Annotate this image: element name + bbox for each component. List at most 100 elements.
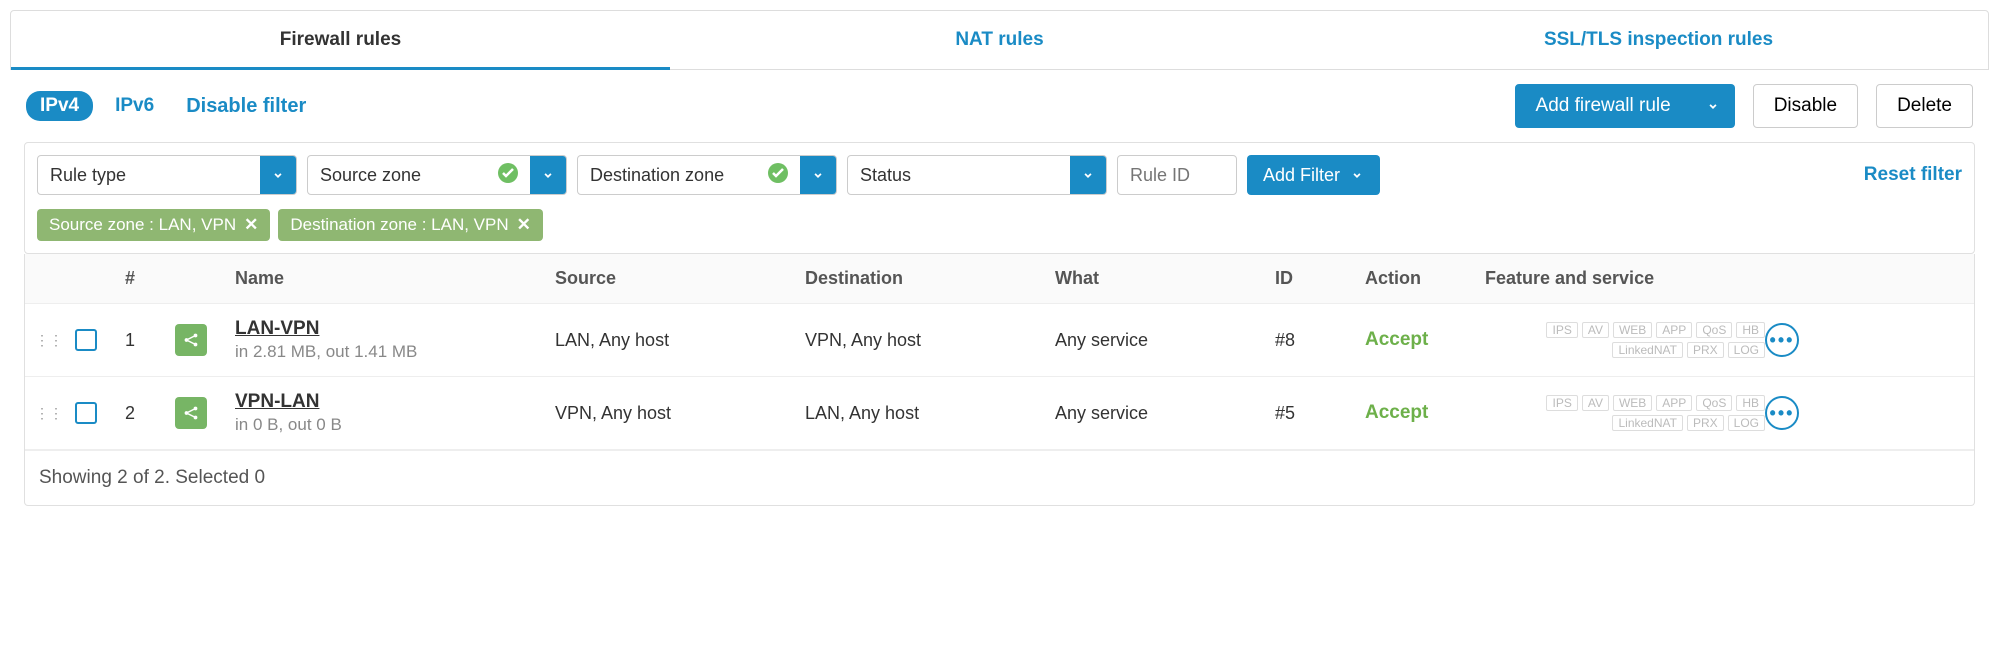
- tag-app: APP: [1656, 322, 1692, 338]
- feature-tags: IPS AV WEB APP QoS HB LinkedNAT PRX LOG: [1485, 395, 1765, 431]
- tag-web: WEB: [1613, 322, 1652, 338]
- tag-prx: PRX: [1687, 342, 1724, 358]
- rule-type-icon: [175, 397, 207, 429]
- chip-remove-icon[interactable]: ✕: [517, 215, 531, 235]
- filter-bar: Rule type Source zone Destination zone S…: [24, 142, 1975, 254]
- table-row: ⋮⋮ 1 LAN-VPN in 2.81 MB, out 1.41 MB LAN…: [25, 304, 1974, 377]
- add-filter-button[interactable]: Add Filter: [1247, 155, 1380, 195]
- tag-log: LOG: [1728, 342, 1765, 358]
- tag-web: WEB: [1613, 395, 1652, 411]
- source-zone-select[interactable]: Source zone: [307, 155, 567, 195]
- col-destination: Destination: [805, 268, 1055, 289]
- chip-remove-icon[interactable]: ✕: [244, 215, 258, 235]
- add-firewall-rule-group: Add firewall rule: [1515, 84, 1735, 128]
- rule-traffic: in 2.81 MB, out 1.41 MB: [235, 342, 555, 362]
- table-row: ⋮⋮ 2 VPN-LAN in 0 B, out 0 B VPN, Any ho…: [25, 377, 1974, 450]
- tag-hb: HB: [1736, 322, 1765, 338]
- row-checkbox[interactable]: [75, 329, 97, 351]
- drag-handle-icon[interactable]: ⋮⋮: [35, 405, 75, 422]
- col-source: Source: [555, 268, 805, 289]
- row-num: 2: [125, 403, 175, 424]
- tag-av: AV: [1582, 395, 1609, 411]
- col-features: Feature and service: [1485, 268, 1765, 289]
- drag-handle-icon[interactable]: ⋮⋮: [35, 332, 75, 349]
- col-name: Name: [235, 268, 555, 289]
- row-num: 1: [125, 330, 175, 351]
- tag-av: AV: [1582, 322, 1609, 338]
- status-select[interactable]: Status: [847, 155, 1107, 195]
- col-id: ID: [1275, 268, 1365, 289]
- row-action: Accept: [1365, 402, 1485, 424]
- chevron-down-icon: [811, 168, 825, 182]
- disable-filter-link[interactable]: Disable filter: [186, 95, 306, 118]
- table-footer: Showing 2 of 2. Selected 0: [25, 450, 1974, 505]
- table-header: # Name Source Destination What ID Action…: [25, 254, 1974, 304]
- add-firewall-rule-dropdown[interactable]: [1692, 84, 1735, 128]
- destination-zone-caret[interactable]: [800, 156, 836, 194]
- rule-type-caret[interactable]: [260, 156, 296, 194]
- row-destination: LAN, Any host: [805, 403, 1055, 424]
- check-icon: [766, 161, 790, 190]
- ipv6-toggle[interactable]: IPv6: [101, 91, 168, 121]
- row-what: Any service: [1055, 330, 1275, 351]
- chip-label: Destination zone : LAN, VPN: [290, 215, 508, 235]
- row-actions-button[interactable]: •••: [1765, 323, 1799, 357]
- row-what: Any service: [1055, 403, 1275, 424]
- rule-traffic: in 0 B, out 0 B: [235, 415, 555, 435]
- tag-qos: QoS: [1696, 322, 1732, 338]
- rule-name-link[interactable]: VPN-LAN: [235, 391, 555, 413]
- row-checkbox[interactable]: [75, 402, 97, 424]
- tab-firewall-rules[interactable]: Firewall rules: [11, 11, 670, 69]
- row-source: LAN, Any host: [555, 330, 805, 351]
- tag-log: LOG: [1728, 415, 1765, 431]
- check-icon: [496, 161, 520, 190]
- row-action: Accept: [1365, 329, 1485, 351]
- rule-type-label: Rule type: [38, 165, 260, 186]
- rule-type-select[interactable]: Rule type: [37, 155, 297, 195]
- rule-type-icon: [175, 324, 207, 356]
- tag-qos: QoS: [1696, 395, 1732, 411]
- col-what: What: [1055, 268, 1275, 289]
- tag-linkednat: LinkedNAT: [1612, 415, 1682, 431]
- chip-label: Source zone : LAN, VPN: [49, 215, 236, 235]
- tag-ips: IPS: [1546, 322, 1577, 338]
- add-firewall-rule-button[interactable]: Add firewall rule: [1515, 84, 1692, 128]
- rule-name-link[interactable]: LAN-VPN: [235, 318, 555, 340]
- rules-table: # Name Source Destination What ID Action…: [24, 254, 1975, 506]
- col-action: Action: [1365, 268, 1485, 289]
- chevron-down-icon: [1706, 99, 1720, 113]
- status-label: Status: [848, 165, 1070, 186]
- col-num: #: [125, 268, 175, 289]
- source-zone-label: Source zone: [308, 165, 496, 186]
- ipv4-toggle[interactable]: IPv4: [26, 91, 93, 121]
- toolbar: IPv4 IPv6 Disable filter Add firewall ru…: [10, 70, 1989, 142]
- status-caret[interactable]: [1070, 156, 1106, 194]
- tag-ips: IPS: [1546, 395, 1577, 411]
- chip-destination-zone: Destination zone : LAN, VPN ✕: [278, 209, 543, 241]
- row-id: #5: [1275, 403, 1365, 424]
- add-filter-label: Add Filter: [1263, 165, 1340, 186]
- main-tabs: Firewall rules NAT rules SSL/TLS inspect…: [10, 10, 1989, 70]
- row-id: #8: [1275, 330, 1365, 351]
- reset-filter-link[interactable]: Reset filter: [1864, 164, 1962, 186]
- feature-tags: IPS AV WEB APP QoS HB LinkedNAT PRX LOG: [1485, 322, 1765, 358]
- source-zone-caret[interactable]: [530, 156, 566, 194]
- tag-hb: HB: [1736, 395, 1765, 411]
- disable-button[interactable]: Disable: [1753, 84, 1858, 128]
- filter-chips: Source zone : LAN, VPN ✕ Destination zon…: [37, 209, 1962, 241]
- tab-nat-rules[interactable]: NAT rules: [670, 11, 1329, 69]
- tag-linkednat: LinkedNAT: [1612, 342, 1682, 358]
- chevron-down-icon: [271, 168, 285, 182]
- tag-app: APP: [1656, 395, 1692, 411]
- delete-button[interactable]: Delete: [1876, 84, 1973, 128]
- rule-id-input[interactable]: [1117, 155, 1237, 195]
- row-destination: VPN, Any host: [805, 330, 1055, 351]
- row-actions-button[interactable]: •••: [1765, 396, 1799, 430]
- chip-source-zone: Source zone : LAN, VPN ✕: [37, 209, 270, 241]
- destination-zone-select[interactable]: Destination zone: [577, 155, 837, 195]
- row-source: VPN, Any host: [555, 403, 805, 424]
- chevron-down-icon: [541, 168, 555, 182]
- tab-ssl-tls-inspection[interactable]: SSL/TLS inspection rules: [1329, 11, 1988, 69]
- tag-prx: PRX: [1687, 415, 1724, 431]
- chevron-down-icon: [1350, 168, 1364, 182]
